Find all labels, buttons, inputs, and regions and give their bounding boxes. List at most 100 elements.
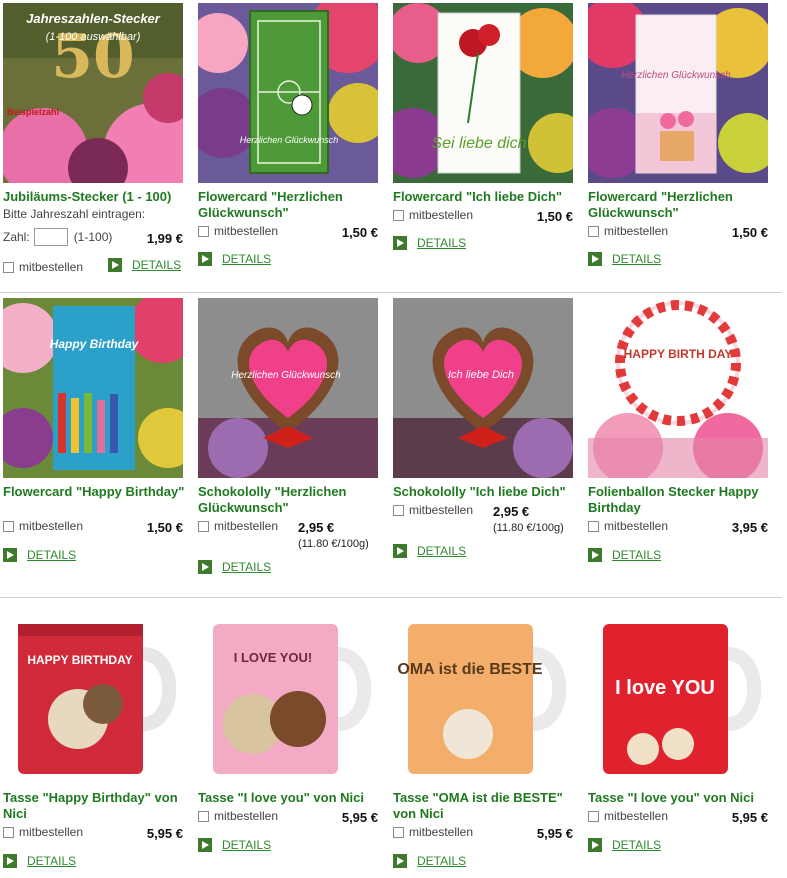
play-arrow-icon[interactable] [108, 258, 122, 272]
order-checkbox[interactable]: mitbestellen [588, 519, 668, 533]
qty-label: Zahl: [3, 230, 30, 244]
year-input[interactable] [33, 228, 68, 246]
checkbox-label: mitbestellen [19, 519, 84, 533]
checkbox-label: mitbestellen [604, 519, 669, 533]
order-checkbox[interactable]: mitbestellen [3, 260, 83, 274]
checkbox[interactable] [198, 810, 209, 822]
product-title[interactable]: Tasse "OMA ist die BESTE" von Nici [393, 790, 579, 822]
product-price: 2,95 € [298, 520, 335, 535]
play-arrow-icon[interactable] [393, 236, 407, 250]
details-link[interactable]: DETAILS [3, 854, 76, 868]
play-arrow-icon[interactable] [393, 544, 407, 558]
details-label[interactable]: DETAILS [417, 544, 466, 558]
product-title[interactable]: Folienballon Stecker Happy Birthday [588, 484, 774, 516]
order-checkbox[interactable]: mitbestellen [3, 825, 83, 839]
play-arrow-icon[interactable] [393, 854, 407, 868]
details-label[interactable]: DETAILS [222, 252, 271, 266]
product-price: 1,50 € [146, 520, 183, 535]
details-label[interactable]: DETAILS [612, 252, 661, 266]
play-arrow-icon[interactable] [588, 548, 602, 562]
product-image[interactable]: HAPPY BIRTHDAY [3, 604, 183, 784]
order-checkbox[interactable]: mitbestellen [198, 224, 278, 238]
order-checkbox[interactable]: mitbestellen [198, 519, 278, 533]
product-image[interactable]: I LOVE YOU! [198, 604, 378, 784]
play-arrow-icon[interactable] [198, 560, 212, 574]
checkbox[interactable] [393, 504, 404, 516]
product-image[interactable]: Happy Birthday [3, 298, 183, 478]
product-title[interactable]: Tasse "I love you" von Nici [588, 790, 774, 806]
order-checkbox[interactable]: mitbestellen [393, 503, 473, 517]
year-hint-text: Bitte Jahreszahl eintragen: [3, 207, 146, 221]
product-image[interactable]: OMA ist die BESTE [393, 604, 573, 784]
product-title[interactable]: Flowercard "Herzlichen Glückwunsch" [198, 189, 384, 221]
product-title[interactable]: Flowercard "Happy Birthday" [3, 484, 189, 500]
product-image[interactable]: Herzlichen Glückwunsch [198, 3, 378, 183]
product-price: 1,50 € [731, 225, 768, 240]
checkbox[interactable] [588, 520, 599, 532]
order-checkbox[interactable]: mitbestellen [393, 208, 473, 222]
checkbox[interactable] [3, 520, 14, 532]
details-label[interactable]: DETAILS [222, 560, 271, 574]
checkbox[interactable] [588, 225, 599, 237]
product-price: 3,95 € [731, 520, 768, 535]
details-link[interactable]: DETAILS [108, 258, 181, 272]
checkbox[interactable] [393, 209, 404, 221]
checkbox-label: mitbestellen [604, 809, 669, 823]
order-checkbox[interactable]: mitbestellen [588, 224, 668, 238]
details-label[interactable]: DETAILS [222, 838, 271, 852]
details-link[interactable]: DETAILS [198, 252, 271, 266]
product-title[interactable]: Schokololly "Ich liebe Dich" [393, 484, 579, 500]
details-label[interactable]: DETAILS [132, 258, 181, 272]
product-image[interactable]: Sei liebe dich [393, 3, 573, 183]
row-divider [0, 597, 782, 598]
product-title[interactable]: Schokololly "Herzlichen Glückwunsch" [198, 484, 384, 516]
product-card-tasse-love-pink: I LOVE YOU! Tasse "I love you" von Nici … [198, 604, 378, 876]
product-image[interactable]: 50 Jahreszahlen-Stecker (1-100 auswählba… [3, 3, 183, 183]
order-checkbox[interactable]: mitbestellen [3, 519, 83, 533]
checkbox[interactable] [198, 225, 209, 237]
details-link[interactable]: DETAILS [588, 838, 661, 852]
play-arrow-icon[interactable] [3, 854, 17, 868]
details-link[interactable]: DETAILS [588, 252, 661, 266]
checkbox-label: mitbestellen [409, 208, 474, 222]
product-title[interactable]: Jubiläums-Stecker (1 - 100) [3, 189, 189, 205]
checkbox[interactable] [588, 810, 599, 822]
details-label[interactable]: DETAILS [27, 548, 76, 562]
play-arrow-icon[interactable] [198, 838, 212, 852]
play-arrow-icon[interactable] [588, 838, 602, 852]
product-title[interactable]: Flowercard "Herzlichen Glückwunsch" [588, 189, 774, 221]
product-image[interactable]: Ich liebe Dich [393, 298, 573, 478]
details-link[interactable]: DETAILS [198, 560, 271, 574]
product-title[interactable]: Flowercard "Ich liebe Dich" [393, 189, 579, 205]
details-label[interactable]: DETAILS [27, 854, 76, 868]
details-label[interactable]: DETAILS [417, 854, 466, 868]
details-label[interactable]: DETAILS [417, 236, 466, 250]
order-checkbox[interactable]: mitbestellen [588, 809, 668, 823]
details-link[interactable]: DETAILS [3, 548, 76, 562]
product-row-1: 50 Jahreszahlen-Stecker (1-100 auswählba… [0, 0, 787, 285]
order-checkbox[interactable]: mitbestellen [393, 825, 473, 839]
product-image[interactable]: Herzlichen Glückwunsch [198, 298, 378, 478]
checkbox[interactable] [198, 520, 209, 532]
details-link[interactable]: DETAILS [393, 544, 466, 558]
product-image[interactable]: HAPPY BIRTH DAY [588, 298, 768, 478]
play-arrow-icon[interactable] [3, 548, 17, 562]
checkbox[interactable] [3, 261, 14, 273]
order-checkbox[interactable]: mitbestellen [198, 809, 278, 823]
details-label[interactable]: DETAILS [612, 838, 661, 852]
details-link[interactable]: DETAILS [588, 548, 661, 562]
details-label[interactable]: DETAILS [612, 548, 661, 562]
details-link[interactable]: DETAILS [393, 854, 466, 868]
product-card-schokololly-liebe: Ich liebe Dich Schokololly "Ich liebe Di… [393, 298, 573, 578]
details-link[interactable]: DETAILS [198, 838, 271, 852]
product-title[interactable]: Tasse "I love you" von Nici [198, 790, 384, 806]
checkbox[interactable] [3, 826, 14, 838]
details-link[interactable]: DETAILS [393, 236, 466, 250]
checkbox[interactable] [393, 826, 404, 838]
product-price: 1,50 € [341, 225, 378, 240]
play-arrow-icon[interactable] [588, 252, 602, 266]
play-arrow-icon[interactable] [198, 252, 212, 266]
product-image[interactable]: I love YOU [588, 604, 768, 784]
product-title[interactable]: Tasse "Happy Birthday" von Nici [3, 790, 189, 822]
product-image[interactable]: Herzlichen Glückwunsch [588, 3, 768, 183]
